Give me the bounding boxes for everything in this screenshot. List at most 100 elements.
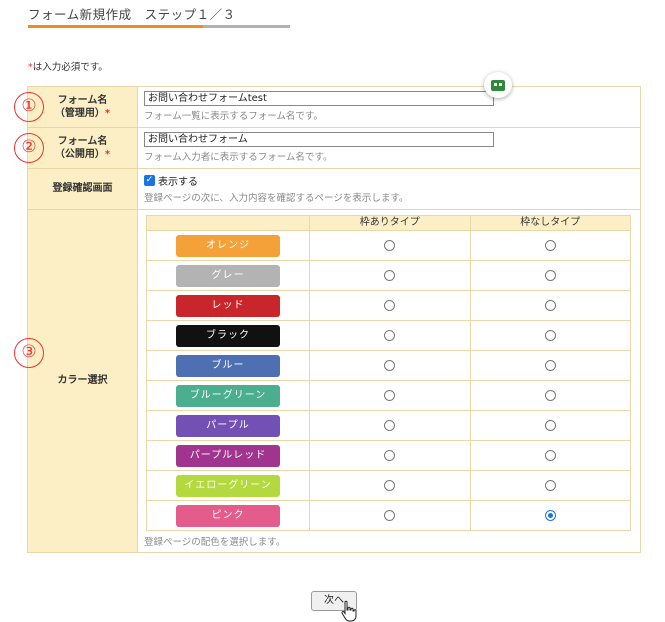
robot-icon bbox=[491, 79, 505, 91]
radio-cell-frameless bbox=[469, 500, 631, 531]
name-admin-input[interactable]: お問い合わせフォームtest bbox=[144, 91, 494, 106]
radio-cell-framed bbox=[309, 230, 471, 261]
radio-frameless[interactable] bbox=[544, 479, 556, 491]
color-swatch-cell: パープル bbox=[146, 410, 310, 441]
name-admin-hint: フォーム一覧に表示するフォーム名です。 bbox=[144, 111, 323, 122]
radio-framed[interactable] bbox=[384, 509, 396, 521]
radio-framed[interactable] bbox=[384, 239, 396, 251]
radio-cell-framed bbox=[309, 320, 471, 351]
hand-pointer-icon bbox=[341, 600, 357, 622]
radio-cell-frameless bbox=[469, 410, 631, 441]
required-mark-public: * bbox=[104, 149, 111, 160]
color-swatch: パープルレッド bbox=[176, 444, 280, 467]
step-progress-bar bbox=[28, 25, 290, 28]
radio-cell-frameless bbox=[469, 380, 631, 411]
radio-cell-framed bbox=[309, 440, 471, 471]
radio-cell-frameless bbox=[469, 470, 631, 501]
cell-name-admin: お問い合わせフォームtest フォーム一覧に表示するフォーム名です。 bbox=[137, 86, 641, 128]
radio-frameless[interactable] bbox=[544, 389, 556, 401]
radio-cell-framed bbox=[309, 410, 471, 441]
color-swatch-cell: レッド bbox=[146, 290, 310, 321]
radio-cell-frameless bbox=[469, 230, 631, 261]
row-name-admin: ① フォーム名 （管理用）* お問い合わせフォームtest フォーム一覧に表示す… bbox=[14, 86, 641, 128]
color-row: ピンク bbox=[146, 500, 631, 531]
radio-framed[interactable] bbox=[384, 269, 396, 281]
color-swatch-cell: ピンク bbox=[146, 500, 310, 531]
color-swatch-cell: ブルーグリーン bbox=[146, 380, 310, 411]
row-name-public: ② フォーム名 （公開用）* お問い合わせフォーム フォーム入力者に表示するフォ… bbox=[14, 127, 641, 169]
radio-frameless[interactable] bbox=[544, 329, 556, 341]
radio-cell-framed bbox=[309, 380, 471, 411]
label-name-public-line2: （公開用） bbox=[54, 149, 105, 160]
label-name-admin: ① フォーム名 （管理用）* bbox=[14, 86, 138, 128]
radio-cell-framed bbox=[309, 350, 471, 381]
radio-frameless[interactable] bbox=[544, 269, 556, 281]
radio-cell-frameless bbox=[469, 440, 631, 471]
radio-frameless[interactable] bbox=[544, 239, 556, 251]
color-swatch: ピンク bbox=[176, 504, 280, 527]
row-color-select: ③ カラー選択 枠ありタイプ 枠なしタイプ オレンジ グレー レッド ブラック ブルーブ… bbox=[14, 209, 641, 553]
color-swatch-cell: オレンジ bbox=[146, 230, 310, 261]
color-header-frameless: 枠なしタイプ bbox=[469, 215, 631, 231]
radio-framed[interactable] bbox=[384, 479, 396, 491]
step-title: フォーム新規作成 ステップ１／３ bbox=[28, 7, 236, 22]
radio-frameless[interactable] bbox=[544, 509, 556, 521]
label-confirm-page: 登録確認画面 bbox=[27, 168, 138, 210]
color-header-blank bbox=[146, 215, 310, 231]
color-row: グレー bbox=[146, 260, 631, 291]
radio-framed[interactable] bbox=[384, 359, 396, 371]
required-mark-admin: * bbox=[104, 108, 111, 119]
radio-frameless[interactable] bbox=[544, 419, 556, 431]
label-name-admin-line1: フォーム名 bbox=[57, 94, 108, 106]
cell-name-public: お問い合わせフォーム フォーム入力者に表示するフォーム名です。 bbox=[137, 127, 641, 169]
radio-framed[interactable] bbox=[384, 299, 396, 311]
label-color-select: ③ カラー選択 bbox=[14, 209, 138, 553]
radio-framed[interactable] bbox=[384, 419, 396, 431]
name-public-hint: フォーム入力者に表示するフォーム名です。 bbox=[144, 152, 333, 163]
color-swatch: グレー bbox=[176, 264, 280, 287]
radio-frameless[interactable] bbox=[544, 449, 556, 461]
badge-3: ③ bbox=[14, 338, 44, 368]
color-swatch: オレンジ bbox=[176, 234, 280, 257]
radio-cell-frameless bbox=[469, 290, 631, 321]
color-row: オレンジ bbox=[146, 230, 631, 261]
radio-framed[interactable] bbox=[384, 329, 396, 341]
label-name-public-line1: フォーム名 bbox=[57, 135, 108, 147]
radio-framed[interactable] bbox=[384, 449, 396, 461]
color-swatch-cell: ブルー bbox=[146, 350, 310, 381]
color-row: レッド bbox=[146, 290, 631, 321]
radio-cell-framed bbox=[309, 290, 471, 321]
color-swatch: レッド bbox=[176, 294, 280, 317]
color-swatch-cell: グレー bbox=[146, 260, 310, 291]
label-color-select-text: カラー選択 bbox=[57, 375, 108, 387]
color-swatch-cell: ブラック bbox=[146, 320, 310, 351]
label-name-public: ② フォーム名 （公開用）* bbox=[14, 127, 138, 169]
color-swatch: パープル bbox=[176, 414, 280, 437]
radio-cell-framed bbox=[309, 260, 471, 291]
radio-framed[interactable] bbox=[384, 389, 396, 401]
color-options-table: 枠ありタイプ 枠なしタイプ オレンジ グレー レッド ブラック ブルー ブルーグリーン パー… bbox=[146, 215, 631, 531]
badge-2: ② bbox=[14, 133, 44, 163]
color-swatch: ブルー bbox=[176, 354, 280, 377]
badge-1: ① bbox=[14, 92, 44, 122]
radio-cell-framed bbox=[309, 500, 471, 531]
confirm-page-hint: 登録ページの次に、入力内容を確認するページを表示します。 bbox=[144, 193, 409, 204]
name-public-input[interactable]: お問い合わせフォーム bbox=[144, 132, 494, 147]
row-confirm-page: 登録確認画面 ✓ 表示する 登録ページの次に、入力内容を確認するページを表示しま… bbox=[27, 168, 641, 210]
color-row: パープル bbox=[146, 410, 631, 441]
color-swatch: ブラック bbox=[176, 324, 280, 347]
color-swatch: ブルーグリーン bbox=[176, 384, 280, 407]
color-select-hint: 登録ページの配色を選択します。 bbox=[144, 537, 286, 548]
confirm-page-checkbox[interactable]: ✓ bbox=[144, 175, 155, 186]
cell-confirm-page: ✓ 表示する 登録ページの次に、入力内容を確認するページを表示します。 bbox=[137, 168, 641, 210]
color-swatch-cell: パープルレッド bbox=[146, 440, 310, 471]
robot-assistant-button[interactable] bbox=[484, 72, 512, 98]
color-row: ブルーグリーン bbox=[146, 380, 631, 411]
radio-frameless[interactable] bbox=[544, 359, 556, 371]
required-note: *は入力必須です。 bbox=[28, 59, 108, 73]
required-note-text: は入力必須です。 bbox=[32, 62, 108, 73]
radio-frameless[interactable] bbox=[544, 299, 556, 311]
radio-cell-frameless bbox=[469, 320, 631, 351]
cell-color-select: 枠ありタイプ 枠なしタイプ オレンジ グレー レッド ブラック ブルー ブルーグリーン パー… bbox=[137, 209, 641, 553]
confirm-page-checkbox-label[interactable]: 表示する bbox=[158, 173, 198, 188]
